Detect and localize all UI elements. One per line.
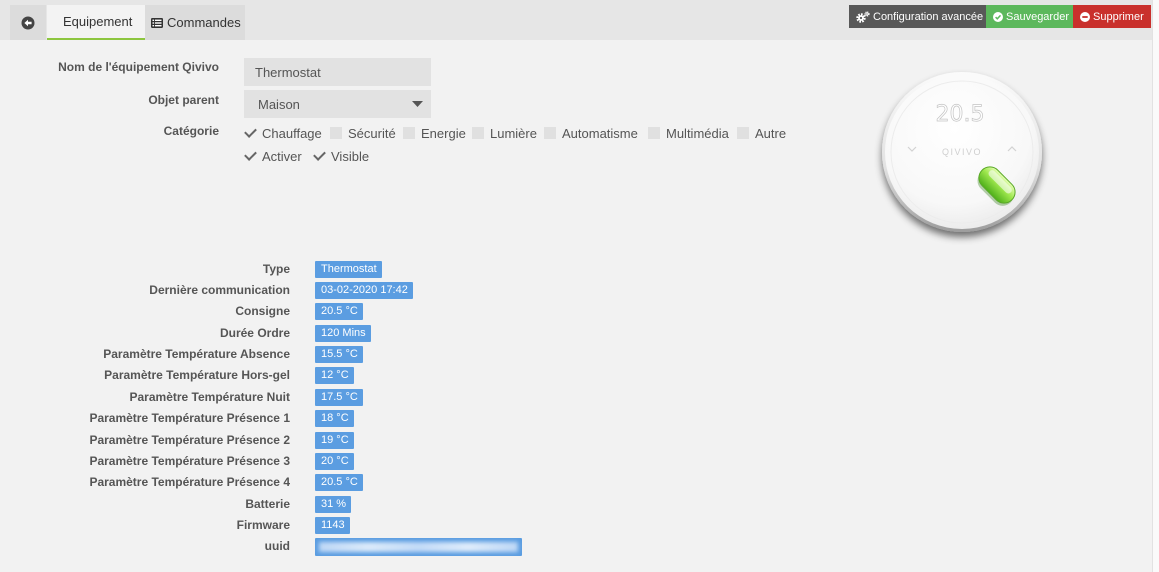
delete-button[interactable]: Supprimer <box>1073 5 1151 28</box>
save-label: Sauvegarder <box>1006 10 1069 23</box>
checkbox[interactable] <box>313 150 325 162</box>
info-label: Batterie <box>245 496 290 511</box>
info-row-type: Type Thermostat <box>0 259 700 280</box>
category-checkbox-securite[interactable]: Sécurité <box>330 125 396 141</box>
info-row-temp-presence-4: Paramètre Température Présence 4 20.5 °C <box>0 472 700 493</box>
info-row-temp-presence-3: Paramètre Température Présence 3 20 °C <box>0 451 700 472</box>
category-label: Catégorie <box>163 124 219 138</box>
info-row-duree-ordre: Durée Ordre 120 Mins <box>0 323 700 344</box>
chevron-down-icon <box>412 101 423 107</box>
info-badge: 03-02-2020 17:42 <box>315 281 413 299</box>
info-label: uuid <box>264 539 290 554</box>
device-brand-logo: QIVIVO <box>942 147 982 157</box>
info-label: Paramètre Température Présence 1 <box>89 411 290 426</box>
advanced-config-label: Configuration avancée <box>873 10 984 23</box>
info-row-consigne: Consigne 20.5 °C <box>0 301 700 322</box>
parent-label: Objet parent <box>148 93 219 107</box>
name-label: Nom de l'équipement Qivivo <box>58 60 219 74</box>
info-label: Paramètre Température Présence 3 <box>89 453 290 468</box>
checkbox[interactable] <box>472 127 484 139</box>
info-badge: 1143 <box>315 517 350 534</box>
checkbox[interactable] <box>544 127 556 139</box>
parent-select[interactable]: Maison <box>244 90 431 118</box>
category-checkbox-chauffage[interactable]: Chauffage <box>244 125 322 141</box>
info-label: Paramètre Température Présence 4 <box>89 475 290 490</box>
name-input[interactable] <box>244 58 431 86</box>
checkbox[interactable] <box>330 127 342 139</box>
category-checkbox-lumiere[interactable]: Lumière <box>472 125 537 141</box>
info-badge: Thermostat <box>315 260 382 278</box>
equipment-info: Type Thermostat Dernière communication 0… <box>0 259 700 558</box>
checkbox[interactable] <box>403 127 415 139</box>
info-label: Consigne <box>235 304 290 319</box>
checkbox-label: Automatisme <box>562 125 638 141</box>
info-row-temp-nuit: Paramètre Température Nuit 17.5 °C <box>0 387 700 408</box>
info-badge: 18 °C <box>315 410 354 428</box>
device-display-text: 20.5 <box>936 102 985 127</box>
checkbox-label: Multimédia <box>666 125 729 141</box>
list-alt-icon <box>151 17 163 28</box>
info-badge: 12 °C <box>315 367 354 385</box>
checkbox-label: Lumière <box>490 125 537 141</box>
info-label: Firmware <box>236 518 290 532</box>
info-label: Paramètre Température Absence <box>103 347 290 361</box>
category-checkbox-energie[interactable]: Energie <box>403 125 466 141</box>
info-badge: 17.5 °C <box>315 388 363 406</box>
tab-commandes[interactable]: Commandes <box>145 5 245 40</box>
delete-label: Supprimer <box>1093 10 1144 23</box>
info-label: Paramètre Température Nuit <box>129 389 291 404</box>
info-row-uuid: uuid <box>0 536 700 557</box>
save-button[interactable]: Sauvegarder <box>986 5 1073 28</box>
checkbox[interactable] <box>244 127 256 139</box>
checkbox-label: Activer <box>262 148 302 164</box>
category-checkbox-automatisme[interactable]: Automatisme <box>544 125 638 141</box>
info-row-temp-presence-2: Paramètre Température Présence 2 19 °C <box>0 430 700 451</box>
info-badge: 20 °C <box>315 452 354 470</box>
info-label: Paramètre Température Hors-gel <box>104 368 290 383</box>
info-label: Dernière communication <box>149 282 290 297</box>
tab-equipement[interactable]: Equipement <box>47 5 145 40</box>
parent-select-value: Maison <box>258 96 300 112</box>
info-row-temp-hors-gel: Paramètre Température Hors-gel 12 °C <box>0 365 700 386</box>
blurred-value <box>319 542 518 553</box>
info-badge: 15.5 °C <box>315 346 363 363</box>
info-row-batterie: Batterie 31 % <box>0 494 700 515</box>
scrollbar[interactable] <box>1152 0 1159 572</box>
checkbox-label: Visible <box>331 148 370 164</box>
info-badge: 31 % <box>315 495 352 513</box>
checkbox[interactable] <box>737 127 749 139</box>
info-row-temp-presence-1: Paramètre Température Présence 1 18 °C <box>0 408 700 429</box>
category-checkbox-autre[interactable]: Autre <box>737 125 786 141</box>
minus-circle-icon <box>1080 11 1090 22</box>
advanced-config-button[interactable]: Configuration avancée <box>849 5 986 28</box>
info-label: Durée Ordre <box>219 325 290 340</box>
visible-checkbox[interactable]: Visible <box>313 148 369 164</box>
checkbox-label: Energie <box>421 125 466 141</box>
checkbox[interactable] <box>648 127 660 139</box>
checkbox-label: Sécurité <box>348 125 396 141</box>
activer-checkbox[interactable]: Activer <box>244 148 302 164</box>
checkbox-label: Chauffage <box>262 125 322 141</box>
checkbox[interactable] <box>244 150 256 162</box>
info-label: Type <box>262 261 290 276</box>
info-row-firmware: Firmware 1143 <box>0 515 700 536</box>
category-checkbox-multimedia[interactable]: Multimédia <box>648 125 729 141</box>
info-label: Paramètre Température Présence 2 <box>89 432 290 447</box>
info-badge: 20.5 °C <box>315 474 363 492</box>
check-circle-icon <box>993 11 1003 22</box>
info-row-temp-absence: Paramètre Température Absence 15.5 °C <box>0 344 700 365</box>
info-badge: 20.5 °C <box>315 303 363 321</box>
uuid-badge-blurred <box>315 538 522 557</box>
cogs-icon <box>856 10 870 23</box>
info-row-last-communication: Dernière communication 03-02-2020 17:42 <box>0 280 700 301</box>
info-badge: 120 Mins <box>315 324 371 342</box>
info-badge: 19 °C <box>315 431 354 449</box>
tab-equipement-label: Equipement <box>63 14 133 29</box>
checkbox-label: Autre <box>755 125 787 141</box>
thermostat-device-image: 20.5 QIVIVO <box>882 72 1042 232</box>
back-button[interactable] <box>10 5 46 40</box>
tab-commandes-label: Commandes <box>167 15 241 30</box>
arrow-circle-left-icon <box>21 16 35 30</box>
